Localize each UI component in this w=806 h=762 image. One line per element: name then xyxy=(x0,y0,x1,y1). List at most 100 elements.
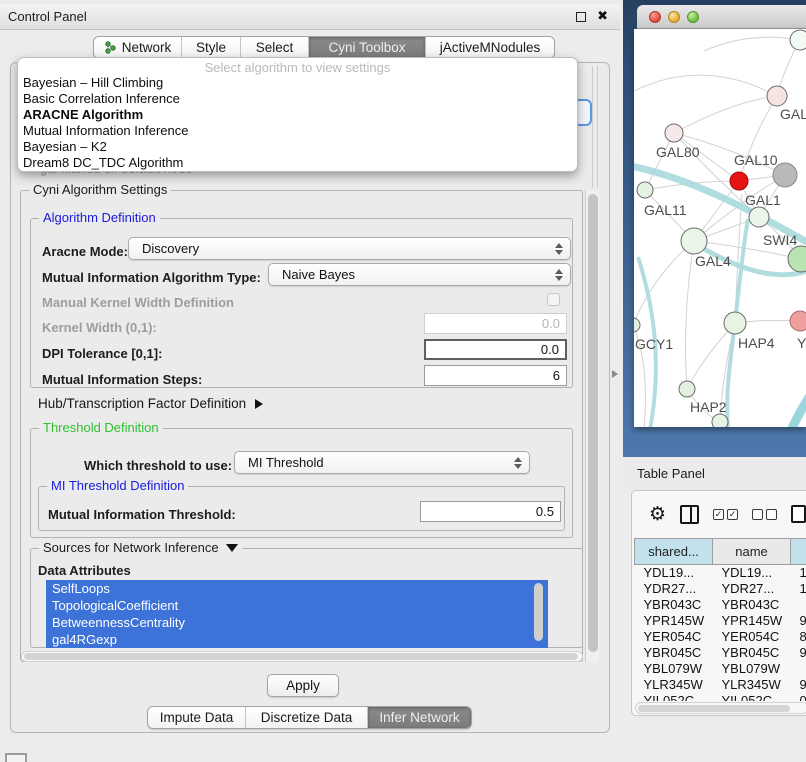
tab-impute-data[interactable]: Impute Data xyxy=(148,707,246,728)
table-scroll-area[interactable]: shared... name YDL19...YDL19...13 YDR27.… xyxy=(634,538,806,701)
kernel-width-label: Kernel Width (0,1): xyxy=(42,320,157,335)
network-window-titlebar[interactable] xyxy=(637,5,806,29)
node-selected-red[interactable] xyxy=(730,172,748,190)
tab-cyni-toolbox-label: Cyni Toolbox xyxy=(328,40,405,55)
unchecked-box-icon xyxy=(752,509,763,520)
list-item[interactable]: gal4RGexp xyxy=(46,631,548,648)
splitter-handle-icon[interactable] xyxy=(612,370,618,378)
manual-kernel-checkbox[interactable] xyxy=(547,293,560,306)
tab-jactivemnodules[interactable]: jActiveMNodules xyxy=(426,37,554,58)
dpi-tolerance-value: 0.0 xyxy=(541,342,559,357)
hub-section-toggle[interactable]: Hub/Transcription Factor Definition xyxy=(38,396,263,411)
mi-type-combo[interactable]: Naive Bayes xyxy=(268,263,571,286)
column-header-shared-name[interactable]: shared... xyxy=(635,539,713,565)
table-row[interactable]: YDL19...YDL19...13 xyxy=(635,565,806,581)
tab-discretize-data[interactable]: Discretize Data xyxy=(246,707,368,728)
column-header-partial[interactable] xyxy=(791,539,806,565)
node-gcy1[interactable] xyxy=(634,318,640,332)
node-gal11[interactable] xyxy=(637,182,653,198)
kernel-width-value: 0.0 xyxy=(542,316,560,331)
deselect-all-icon[interactable] xyxy=(752,509,777,520)
select-all-icon[interactable]: ✓ ✓ xyxy=(713,509,738,520)
list-item[interactable]: BetweennessCentrality xyxy=(46,614,548,631)
node-gal-cut[interactable] xyxy=(767,86,787,106)
minimized-panel-icon[interactable] xyxy=(5,753,27,762)
screen: Control Panel ✖ Network Style Select Cyn… xyxy=(0,0,806,762)
mi-threshold-field[interactable]: 0.5 xyxy=(420,501,561,522)
data-attributes-list[interactable]: SelfLoops TopologicalCoefficient Between… xyxy=(46,580,548,648)
dropdown-option[interactable]: Basic Correlation Inference xyxy=(18,91,577,107)
node-label: GAL80 xyxy=(656,144,700,160)
column-layout-icon[interactable] xyxy=(680,505,699,524)
gear-icon[interactable]: ⚙ xyxy=(649,505,666,524)
network-canvas[interactable]: GAL GAL80 GAL10 GAL11 GAL1 SWI4 GAL4 GCY… xyxy=(634,29,806,427)
mi-threshold-label: Mutual Information Threshold: xyxy=(48,507,236,522)
aracne-mode-label: Aracne Mode: xyxy=(42,244,128,259)
tab-infer-network-label: Infer Network xyxy=(379,710,459,725)
dropdown-option[interactable]: Bayesian – K2 xyxy=(18,139,577,155)
table-row[interactable]: YBR043CYBR043C xyxy=(635,597,806,613)
which-threshold-combo[interactable]: MI Threshold xyxy=(234,451,530,474)
table-row[interactable]: YPR145WYPR145W9. xyxy=(635,613,806,629)
node-gal1[interactable] xyxy=(749,207,769,227)
table-panel-header: Table Panel xyxy=(623,457,806,490)
collapsed-arrow-icon xyxy=(255,399,263,409)
dropdown-option-selected[interactable]: ARACNE Algorithm xyxy=(18,107,577,123)
tab-style-label: Style xyxy=(196,40,226,55)
new-table-icon[interactable] xyxy=(791,505,806,523)
window-close-icon[interactable] xyxy=(649,11,661,23)
dropdown-option[interactable]: Mutual Information Inference xyxy=(18,123,577,139)
scrollbar-thumb[interactable] xyxy=(24,653,578,660)
aracne-mode-combo[interactable]: Discovery xyxy=(128,237,571,260)
scrollbar-thumb[interactable] xyxy=(588,194,598,652)
stepper-arrows-icon xyxy=(555,243,563,255)
kernel-width-field[interactable]: 0.0 xyxy=(424,313,567,334)
node-partial-top[interactable] xyxy=(790,30,806,50)
settings-vertical-scrollbar[interactable] xyxy=(585,190,599,662)
settings-horizontal-scrollbar[interactable] xyxy=(21,651,583,662)
list-item[interactable]: SelfLoops xyxy=(46,580,548,597)
scrollbar-thumb[interactable] xyxy=(638,705,790,712)
network-icon xyxy=(104,41,117,54)
list-scrollbar-thumb[interactable] xyxy=(534,583,543,641)
table-row[interactable]: YDR27...YDR27...12 xyxy=(635,581,806,597)
tab-jactivemnodules-label: jActiveMNodules xyxy=(440,40,541,55)
table-row[interactable]: YIL052CYIL052C0 xyxy=(635,693,806,702)
tab-select[interactable]: Select xyxy=(241,37,309,58)
node-y-cut[interactable] xyxy=(790,311,806,331)
table-row[interactable]: YBR045CYBR045C9. xyxy=(635,645,806,661)
window-zoom-icon[interactable] xyxy=(687,11,699,23)
manual-kernel-label: Manual Kernel Width Definition xyxy=(42,295,234,310)
node-label: GCY1 xyxy=(635,336,673,352)
tab-infer-network[interactable]: Infer Network xyxy=(368,707,471,728)
tab-cyni-toolbox[interactable]: Cyni Toolbox xyxy=(309,37,426,58)
hidden-groupbox-edge xyxy=(592,66,598,188)
apply-button-label: Apply xyxy=(286,678,320,693)
window-minimize-icon[interactable] xyxy=(668,11,680,23)
node-gal4[interactable] xyxy=(681,228,707,254)
table-row[interactable]: YLR345WYLR345W9. xyxy=(635,677,806,693)
sources-group-title-row[interactable]: Sources for Network Inference xyxy=(39,541,242,555)
dropdown-option[interactable]: Bayesian – Hill Climbing xyxy=(18,75,577,91)
node-gal80[interactable] xyxy=(665,124,683,142)
table-row[interactable]: YER054CYER054C8. xyxy=(635,629,806,645)
node-hap2[interactable] xyxy=(679,381,695,397)
tab-network[interactable]: Network xyxy=(94,37,182,58)
table-horizontal-scrollbar[interactable] xyxy=(635,702,806,714)
tab-style[interactable]: Style xyxy=(182,37,241,58)
node-swi4[interactable] xyxy=(788,246,806,272)
list-item[interactable]: TopologicalCoefficient xyxy=(46,597,548,614)
node-hap4[interactable] xyxy=(724,312,746,334)
control-panel-title: Control Panel xyxy=(8,9,87,24)
close-icon[interactable]: ✖ xyxy=(597,8,608,24)
dropdown-option[interactable]: Dream8 DC_TDC Algorithm xyxy=(18,155,577,171)
column-header-name[interactable]: name xyxy=(713,539,791,565)
float-window-icon[interactable] xyxy=(576,12,586,22)
dpi-tolerance-field[interactable]: 0.0 xyxy=(424,339,567,360)
node-label: GAL xyxy=(780,106,806,122)
apply-button[interactable]: Apply xyxy=(267,674,339,697)
table-row[interactable]: YBL079WYBL079W xyxy=(635,661,806,677)
node-partial-bottom[interactable] xyxy=(712,414,728,427)
mi-steps-field[interactable]: 6 xyxy=(424,365,567,386)
node-label: GAL10 xyxy=(734,152,778,168)
